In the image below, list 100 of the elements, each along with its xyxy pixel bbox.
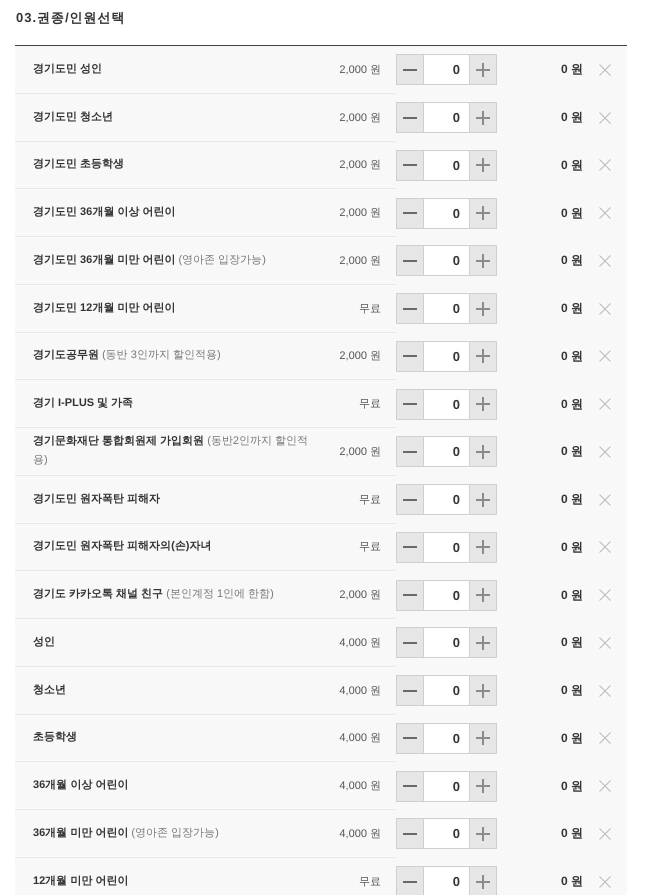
quantity-field[interactable]: 0 (424, 54, 469, 86)
quantity-field[interactable]: 0 (424, 580, 469, 611)
increase-button[interactable] (469, 627, 497, 658)
decrease-button[interactable] (396, 675, 424, 706)
close-icon[interactable] (599, 446, 611, 458)
increase-button[interactable] (469, 54, 497, 86)
close-icon[interactable] (599, 159, 611, 172)
quantity-field[interactable]: 0 (424, 627, 469, 658)
increase-button[interactable] (469, 770, 497, 802)
close-icon[interactable] (599, 350, 611, 362)
close-icon[interactable] (599, 207, 611, 220)
minus-icon (403, 68, 417, 71)
decrease-button[interactable] (396, 340, 424, 372)
ticket-price: 4,000 원 (339, 826, 381, 841)
increase-button[interactable] (469, 102, 497, 134)
ticket-price: 무료 (359, 302, 381, 316)
close-icon[interactable] (599, 636, 611, 649)
close-icon[interactable] (599, 398, 611, 410)
increase-button[interactable] (469, 722, 497, 754)
increase-button[interactable] (469, 580, 497, 611)
increase-button[interactable] (469, 340, 497, 372)
ticket-total: 0 원 (560, 396, 583, 413)
close-icon[interactable] (599, 732, 611, 744)
decrease-button[interactable] (396, 388, 424, 420)
decrease-button[interactable] (396, 198, 424, 229)
quantity-field[interactable]: 0 (424, 340, 469, 372)
quantity-field[interactable]: 0 (424, 675, 469, 706)
increase-button[interactable] (469, 866, 497, 895)
ticket-total: 0 원 (560, 825, 583, 842)
plus-icon (476, 731, 490, 746)
decrease-button[interactable] (396, 770, 424, 802)
increase-button[interactable] (469, 532, 497, 563)
quantity-field[interactable]: 0 (424, 484, 469, 516)
quantity-field[interactable]: 0 (424, 818, 469, 850)
close-icon[interactable] (599, 302, 611, 315)
minus-icon (403, 212, 417, 214)
close-icon[interactable] (599, 876, 611, 888)
ticket-total: 0 원 (560, 538, 583, 556)
quantity-field[interactable]: 0 (424, 293, 469, 324)
increase-button[interactable] (469, 436, 497, 468)
ticket-price: 2,000 원 (339, 62, 381, 77)
close-icon[interactable] (599, 494, 611, 506)
increase-button[interactable] (469, 293, 497, 324)
increase-button[interactable] (469, 818, 497, 850)
close-icon[interactable] (599, 684, 611, 697)
decrease-button[interactable] (396, 54, 424, 86)
minus-icon (403, 832, 417, 835)
decrease-button[interactable] (396, 484, 424, 516)
decrease-button[interactable] (396, 102, 424, 134)
close-icon[interactable] (599, 254, 611, 267)
minus-icon (403, 308, 417, 310)
close-icon[interactable] (599, 589, 611, 602)
quantity-field[interactable]: 0 (424, 722, 469, 754)
quantity-field[interactable]: 0 (424, 245, 469, 276)
quantity-field[interactable]: 0 (424, 866, 469, 895)
quantity-field[interactable]: 0 (424, 532, 469, 563)
close-icon[interactable] (599, 112, 611, 124)
decrease-button[interactable] (396, 627, 424, 658)
close-icon[interactable] (599, 780, 611, 792)
ticket-total: 0 원 (560, 156, 583, 174)
decrease-button[interactable] (396, 150, 424, 181)
ticket-total: 0 원 (560, 204, 583, 222)
minus-icon (403, 260, 417, 262)
ticket-total: 0 원 (560, 300, 583, 318)
plus-icon (476, 826, 490, 841)
decrease-button[interactable] (396, 293, 424, 324)
decrease-button[interactable] (396, 532, 424, 563)
quantity-field[interactable]: 0 (424, 150, 469, 181)
decrease-button[interactable] (396, 580, 424, 611)
ticket-name: 청소년 (33, 682, 66, 698)
quantity-field[interactable]: 0 (424, 388, 469, 420)
plus-icon (476, 349, 490, 364)
ticket-name: 경기도민 청소년 (33, 110, 114, 125)
increase-button[interactable] (469, 245, 497, 276)
quantity-field[interactable]: 0 (424, 436, 469, 468)
close-icon[interactable] (599, 828, 611, 840)
ticket-price: 2,000 원 (339, 349, 381, 364)
ticket-name: 경기도민 초등학생 (33, 157, 124, 172)
increase-button[interactable] (469, 675, 497, 706)
quantity-field[interactable]: 0 (424, 198, 469, 229)
close-icon[interactable] (599, 541, 611, 554)
ticket-price: 4,000 원 (339, 636, 381, 650)
increase-button[interactable] (469, 198, 497, 229)
quantity-field[interactable]: 0 (424, 770, 469, 802)
ticket-name: 경기도민 12개월 미만 어린이 (33, 300, 176, 316)
decrease-button[interactable] (396, 818, 424, 850)
increase-button[interactable] (469, 388, 497, 420)
increase-button[interactable] (469, 150, 497, 181)
close-icon[interactable] (599, 64, 611, 76)
decrease-button[interactable] (396, 245, 424, 276)
minus-icon (403, 355, 417, 358)
minus-icon (403, 498, 417, 501)
minus-icon (403, 546, 417, 548)
plus-icon (476, 444, 490, 459)
decrease-button[interactable] (396, 436, 424, 468)
ticket-total: 0 원 (560, 109, 583, 126)
quantity-field[interactable]: 0 (424, 102, 469, 134)
increase-button[interactable] (469, 484, 497, 516)
decrease-button[interactable] (396, 722, 424, 754)
decrease-button[interactable] (396, 866, 424, 895)
